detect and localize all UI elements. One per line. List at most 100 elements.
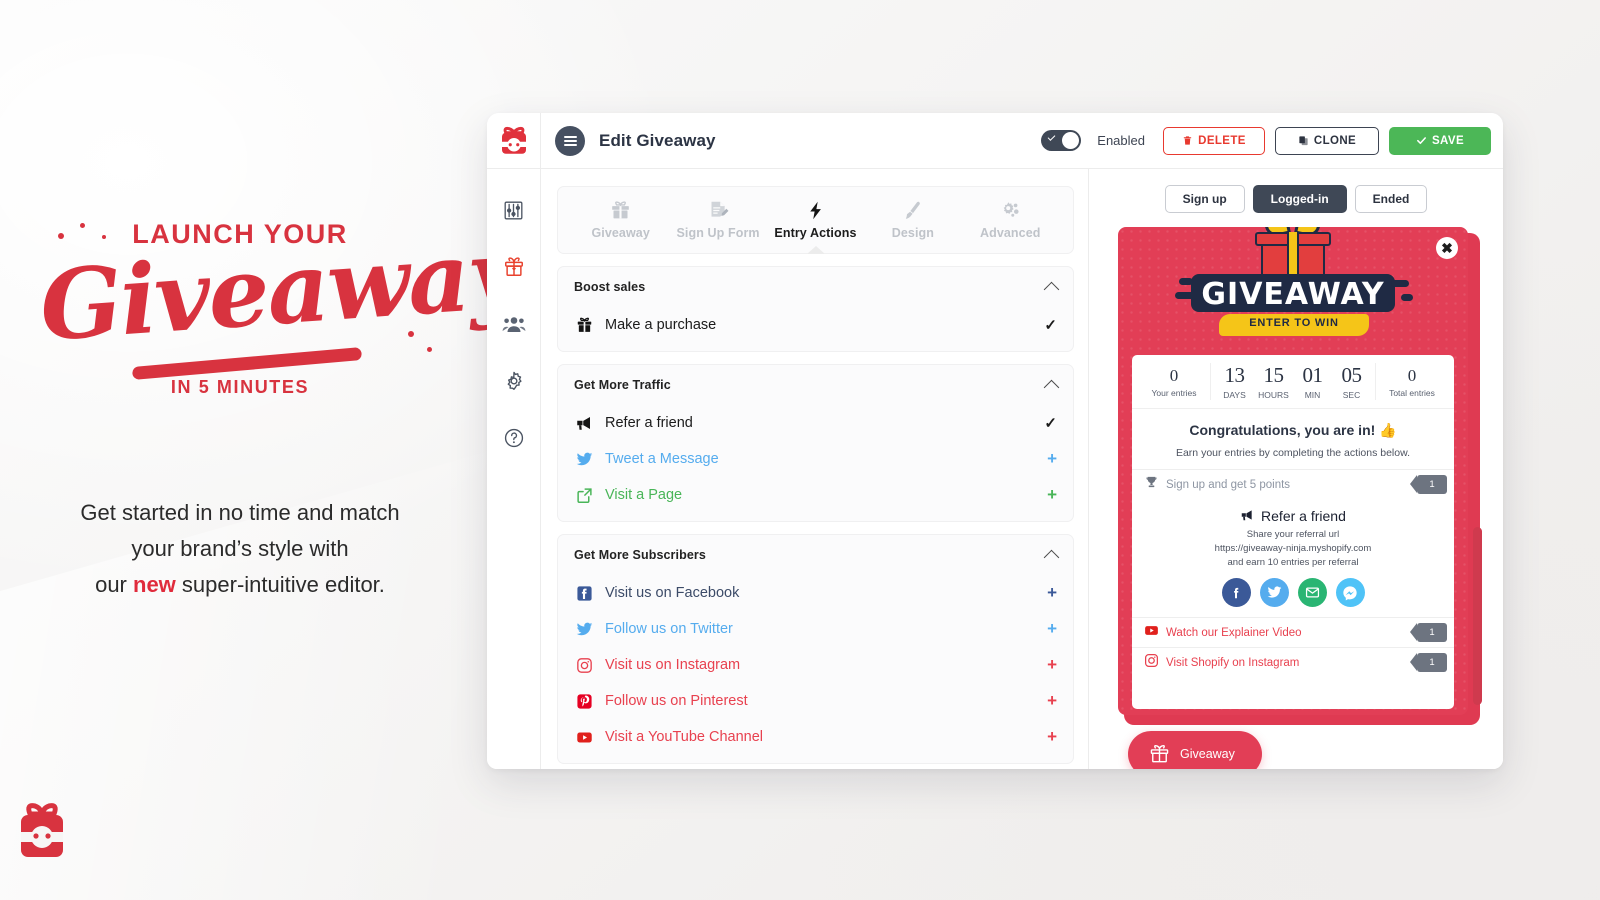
app-content: Giveaway Sign Up Form Entry Actions Desi… (541, 169, 1503, 769)
sidebar-item-help[interactable] (487, 415, 540, 461)
action-add[interactable]: + (1047, 691, 1057, 711)
action-group-get-more-traffic: Get More Traffic Refer a friend ✓ Tweet … (557, 364, 1074, 522)
floating-giveaway-button[interactable]: Giveaway (1128, 731, 1262, 769)
preview-scrollbar[interactable] (1473, 527, 1482, 705)
close-icon[interactable]: ✖ (1436, 237, 1458, 259)
hero-artwork: LAUNCH YOUR Giveaway IN 5 MINUTES (37, 205, 526, 410)
chevron-up-icon[interactable] (1043, 379, 1060, 395)
countdown-label: DAYS (1223, 390, 1246, 400)
sliders-icon (504, 201, 523, 219)
save-button[interactable]: SAVE (1389, 126, 1491, 155)
instagram-icon (1144, 653, 1159, 673)
action-label: Visit a Page (605, 487, 683, 503)
refer-a-friend-block: Refer a friend Share your referral url h… (1132, 499, 1454, 617)
sidebar-item-sliders[interactable] (487, 187, 540, 233)
form-icon (711, 201, 729, 217)
group-header[interactable]: Get More Traffic (574, 365, 1060, 405)
countdown-hours: 15 HOURS (1254, 363, 1293, 400)
task-label: Sign up and get 5 points (1166, 478, 1291, 491)
sidebar-item-participants[interactable] (487, 301, 540, 347)
action-status: ✓ (1044, 415, 1057, 432)
preview-tab-signup[interactable]: Sign up (1164, 185, 1245, 213)
gift-icon (612, 201, 629, 219)
action-visit-us-on-facebook[interactable]: Visit us on Facebook + (574, 575, 1057, 611)
action-visit-a-page[interactable]: Visit a Page + (574, 477, 1057, 513)
refer-line-3: and earn 10 entries per referral (1227, 557, 1359, 568)
action-add[interactable]: + (1047, 727, 1057, 747)
preview-tab-logged-in[interactable]: Logged-in (1252, 185, 1347, 213)
pinterest-icon (574, 693, 594, 710)
email-share-icon[interactable] (1297, 578, 1327, 607)
countdown-days: 13 DAYS (1215, 363, 1254, 400)
refer-line-1: Share your referral url (1246, 529, 1340, 540)
popup-banner: GIVEAWAY ENTER TO WIN (1118, 227, 1468, 352)
trophy-icon (1144, 475, 1159, 495)
marketing-copy-line-1: Get started in no time and match (80, 500, 400, 525)
refer-title-row: Refer a friend (1132, 508, 1454, 524)
tab-entry-actions[interactable]: Entry Actions (771, 200, 859, 240)
tab-advanced[interactable]: Advanced (966, 200, 1054, 240)
your-entries-value: 0 (1169, 365, 1179, 385)
action-label: Follow us on Twitter (605, 621, 733, 637)
task-sign-up-points[interactable]: Sign up and get 5 points 1 (1132, 469, 1454, 499)
app-main: Edit Giveaway Enabled DELETE CLONE SAVE (541, 113, 1503, 769)
your-entries-label: Your entries (1151, 387, 1197, 398)
page-title: Edit Giveaway (599, 130, 716, 150)
action-label: Visit us on Facebook (605, 585, 740, 601)
refer-url: https://giveaway-ninja.myshopify.com (1214, 543, 1372, 554)
copy-icon (1299, 136, 1308, 146)
editor-panel: Giveaway Sign Up Form Entry Actions Desi… (541, 169, 1089, 769)
action-tweet-a-message[interactable]: Tweet a Message + (574, 441, 1057, 477)
active-tab-caret (806, 246, 825, 254)
action-visit-a-youtube-channel[interactable]: Visit a YouTube Channel + (574, 719, 1057, 755)
group-title: Get More Subscribers (574, 548, 706, 562)
facebook-icon (574, 585, 594, 602)
hamburger-icon[interactable] (555, 125, 585, 156)
your-entries: 0 Your entries (1138, 366, 1210, 398)
action-refer-a-friend[interactable]: Refer a friend ✓ (574, 405, 1057, 441)
action-add[interactable]: + (1047, 485, 1057, 505)
countdown-label: HOURS (1258, 390, 1289, 400)
action-add[interactable]: + (1047, 619, 1057, 639)
chevron-up-icon[interactable] (1043, 549, 1060, 565)
action-label: Tweet a Message (605, 451, 719, 467)
group-header[interactable]: Boost sales (574, 267, 1060, 307)
clone-button[interactable]: CLONE (1275, 126, 1379, 155)
marketing-copy-line-2: your brand’s style with (131, 536, 349, 561)
tab-design[interactable]: Design (869, 200, 957, 240)
tab-label: Sign Up Form (676, 226, 760, 240)
action-label: Refer a friend (605, 415, 693, 431)
tab-giveaway[interactable]: Giveaway (577, 200, 665, 240)
enabled-toggle-label: Enabled (1097, 133, 1145, 148)
action-make-a-purchase[interactable]: Make a purchase ✓ (574, 307, 1057, 343)
countdown-label: MIN (1304, 390, 1321, 400)
action-visit-us-on-instagram[interactable]: Visit us on Instagram + (574, 647, 1057, 683)
action-follow-us-on-pinterest[interactable]: Follow us on Pinterest + (574, 683, 1057, 719)
task-watch-explainer-video[interactable]: Watch our Explainer Video 1 (1132, 617, 1454, 647)
giveaway-ninja-logo-icon (501, 126, 526, 154)
chevron-up-icon[interactable] (1043, 281, 1060, 297)
task-visit-shopify-instagram[interactable]: Visit Shopify on Instagram 1 (1132, 647, 1454, 677)
sidebar-logo[interactable] (487, 113, 540, 169)
sidebar-item-settings[interactable] (487, 358, 540, 404)
messenger-share-icon[interactable] (1335, 578, 1365, 607)
sidebar-item-giveaways[interactable] (487, 244, 540, 290)
group-header[interactable]: Get More Subscribers (574, 535, 1060, 575)
tab-signup-form[interactable]: Sign Up Form (674, 200, 762, 240)
action-follow-us-on-twitter[interactable]: Follow us on Twitter + (574, 611, 1057, 647)
gears-icon (1003, 202, 1019, 217)
megaphone-icon (574, 414, 594, 432)
facebook-share-icon[interactable] (1221, 578, 1251, 607)
action-add[interactable]: + (1047, 449, 1057, 469)
action-add[interactable]: + (1047, 583, 1057, 603)
action-add[interactable]: + (1047, 655, 1057, 675)
preview-tab-ended[interactable]: Ended (1354, 185, 1428, 213)
instagram-icon (574, 657, 594, 674)
total-entries-label: Total entries (1389, 387, 1435, 398)
action-label: Visit us on Instagram (605, 657, 741, 673)
congrats-message: Congratulations, you are in! 👍 (1189, 422, 1397, 438)
delete-button[interactable]: DELETE (1163, 126, 1265, 155)
twitter-share-icon[interactable] (1259, 578, 1289, 607)
enabled-toggle[interactable] (1041, 130, 1082, 151)
external-link-icon (574, 487, 594, 504)
